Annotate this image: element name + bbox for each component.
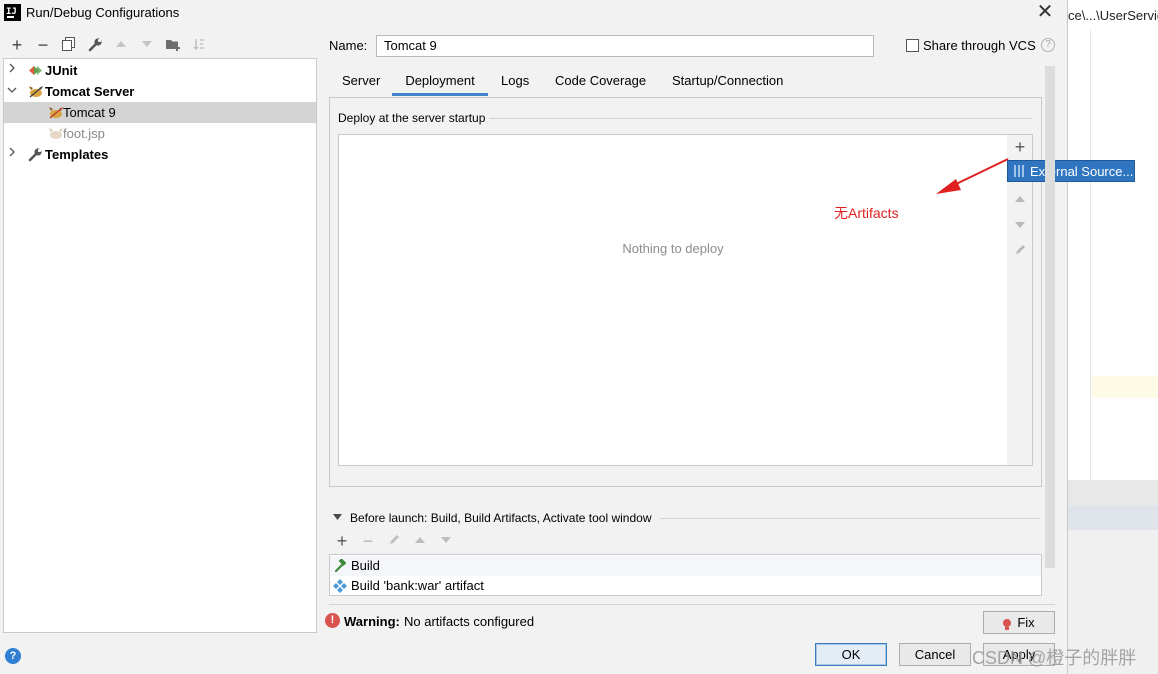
edit-pencil-icon[interactable] <box>1010 242 1030 262</box>
tree-item-foot-jsp[interactable]: foot.jsp <box>4 123 316 144</box>
before-launch-list: Build Build 'bank:war' artifact <box>329 554 1042 596</box>
minus-icon[interactable]: − <box>35 36 51 54</box>
arrow-up-icon[interactable] <box>412 533 428 549</box>
tab-code-coverage[interactable]: Code Coverage <box>555 72 646 96</box>
tree-item-label: Tomcat 9 <box>63 105 116 120</box>
annotation-arrow-icon <box>936 158 1009 194</box>
wrench-icon[interactable] <box>87 37 103 53</box>
tomcat-icon <box>28 84 44 99</box>
deploy-list[interactable] <box>338 134 1008 466</box>
arrow-down-icon[interactable] <box>438 533 454 549</box>
tab-logs[interactable]: Logs <box>501 72 529 96</box>
chevron-down-icon[interactable] <box>7 81 17 102</box>
list-item[interactable]: Build 'bank:war' artifact <box>330 576 1041 596</box>
ide-panel-band <box>1068 480 1158 506</box>
cancel-button[interactable]: Cancel <box>899 643 971 666</box>
edit-pencil-icon[interactable] <box>386 533 402 549</box>
tab-startup-connection[interactable]: Startup/Connection <box>672 72 783 96</box>
chevron-right-icon[interactable] <box>7 60 17 81</box>
wrench-icon <box>28 147 44 162</box>
section-divider <box>489 118 1032 119</box>
external-source-menu-item[interactable]: External Source... <box>1007 160 1135 182</box>
name-input[interactable]: Tomcat 9 <box>376 35 874 57</box>
warning-prefix: Warning: <box>344 614 400 629</box>
ide-panel-band-selected <box>1068 506 1158 530</box>
fix-button[interactable]: Fix <box>983 611 1055 634</box>
tree-item-tomcat-9[interactable]: Tomcat 9 <box>4 102 316 123</box>
artifact-icon <box>333 579 347 593</box>
tab-deployment[interactable]: Deployment <box>392 72 488 96</box>
section-divider <box>660 518 1040 519</box>
plus-icon[interactable]: + <box>9 36 25 54</box>
tree-item-tomcat-server[interactable]: Tomcat Server <box>4 81 316 102</box>
tree-item-label: Tomcat Server <box>45 84 135 99</box>
tree-item-label: JUnit <box>45 63 78 78</box>
collapse-triangle-icon[interactable] <box>333 513 342 523</box>
configurations-tree: JUnit Tomcat Server Tomcat 9 foot.jsp Te… <box>3 58 317 633</box>
hammer-icon <box>333 558 347 573</box>
name-label: Name: <box>329 38 368 53</box>
error-bulb-icon <box>1002 616 1012 630</box>
before-launch-title[interactable]: Before launch: Build, Build Artifacts, A… <box>350 511 652 525</box>
arrow-down-icon[interactable] <box>139 37 155 53</box>
run-debug-configurations-dialog: IJ Run/Debug Configurations ✕ + − JUnit <box>0 0 1135 674</box>
help-icon[interactable]: ? <box>1041 38 1055 52</box>
watermark: CSDN @橙子的胖胖 <box>972 648 1137 668</box>
window-title: Run/Debug Configurations <box>26 5 180 20</box>
tree-item-label: Templates <box>45 147 109 162</box>
title-bar: IJ Run/Debug Configurations ✕ <box>0 0 1068 26</box>
ok-button[interactable]: OK <box>815 643 887 666</box>
annotation-text: 无Artifacts <box>834 205 899 221</box>
tree-item-junit[interactable]: JUnit <box>4 60 316 81</box>
share-through-vcs-checkbox[interactable] <box>906 39 919 52</box>
list-item[interactable]: Build <box>330 556 1041 576</box>
junit-icon <box>28 63 44 78</box>
tomcat-config-icon <box>48 105 64 120</box>
arrow-up-icon[interactable] <box>113 37 129 53</box>
warning-message: No artifacts configured <box>404 614 535 629</box>
close-button[interactable]: ✕ <box>1035 1 1055 23</box>
deploy-section-title: Deploy at the server startup <box>338 111 486 125</box>
copy-icon[interactable] <box>61 37 77 53</box>
add-icon[interactable]: + <box>1010 137 1030 157</box>
tree-item-label: foot.jsp <box>63 126 105 141</box>
tomcat-config-icon <box>48 126 64 141</box>
tab-server[interactable]: Server <box>342 72 380 96</box>
help-button[interactable]: ? <box>5 648 21 664</box>
folder-add-icon[interactable] <box>165 37 181 53</box>
ide-breadcrumb: ce\...\UserServic <box>1068 8 1158 23</box>
arrow-down-icon[interactable] <box>1010 216 1030 236</box>
vertical-scrollbar[interactable] <box>1045 66 1055 568</box>
sort-icon[interactable] <box>191 37 207 53</box>
tree-item-templates[interactable]: Templates <box>4 144 316 165</box>
chevron-right-icon[interactable] <box>7 144 17 165</box>
share-through-vcs-label[interactable]: Share through VCS <box>923 38 1036 53</box>
remove-task-icon[interactable]: − <box>360 532 376 550</box>
background-ide-window: ce\...\UserServic <box>1068 0 1158 674</box>
editor-highlighted-line <box>1092 376 1158 398</box>
separator <box>329 604 1055 605</box>
list-item-label: Build 'bank:war' artifact <box>351 578 484 593</box>
fix-button-label: Fix <box>1017 615 1035 630</box>
error-icon: ! <box>325 613 340 628</box>
empty-state-text: Nothing to deploy <box>622 241 724 256</box>
editor-gutter-line <box>1090 30 1091 480</box>
add-task-icon[interactable]: + <box>334 532 350 550</box>
list-item-label: Build <box>351 558 380 573</box>
intellij-app-icon: IJ <box>4 4 21 21</box>
